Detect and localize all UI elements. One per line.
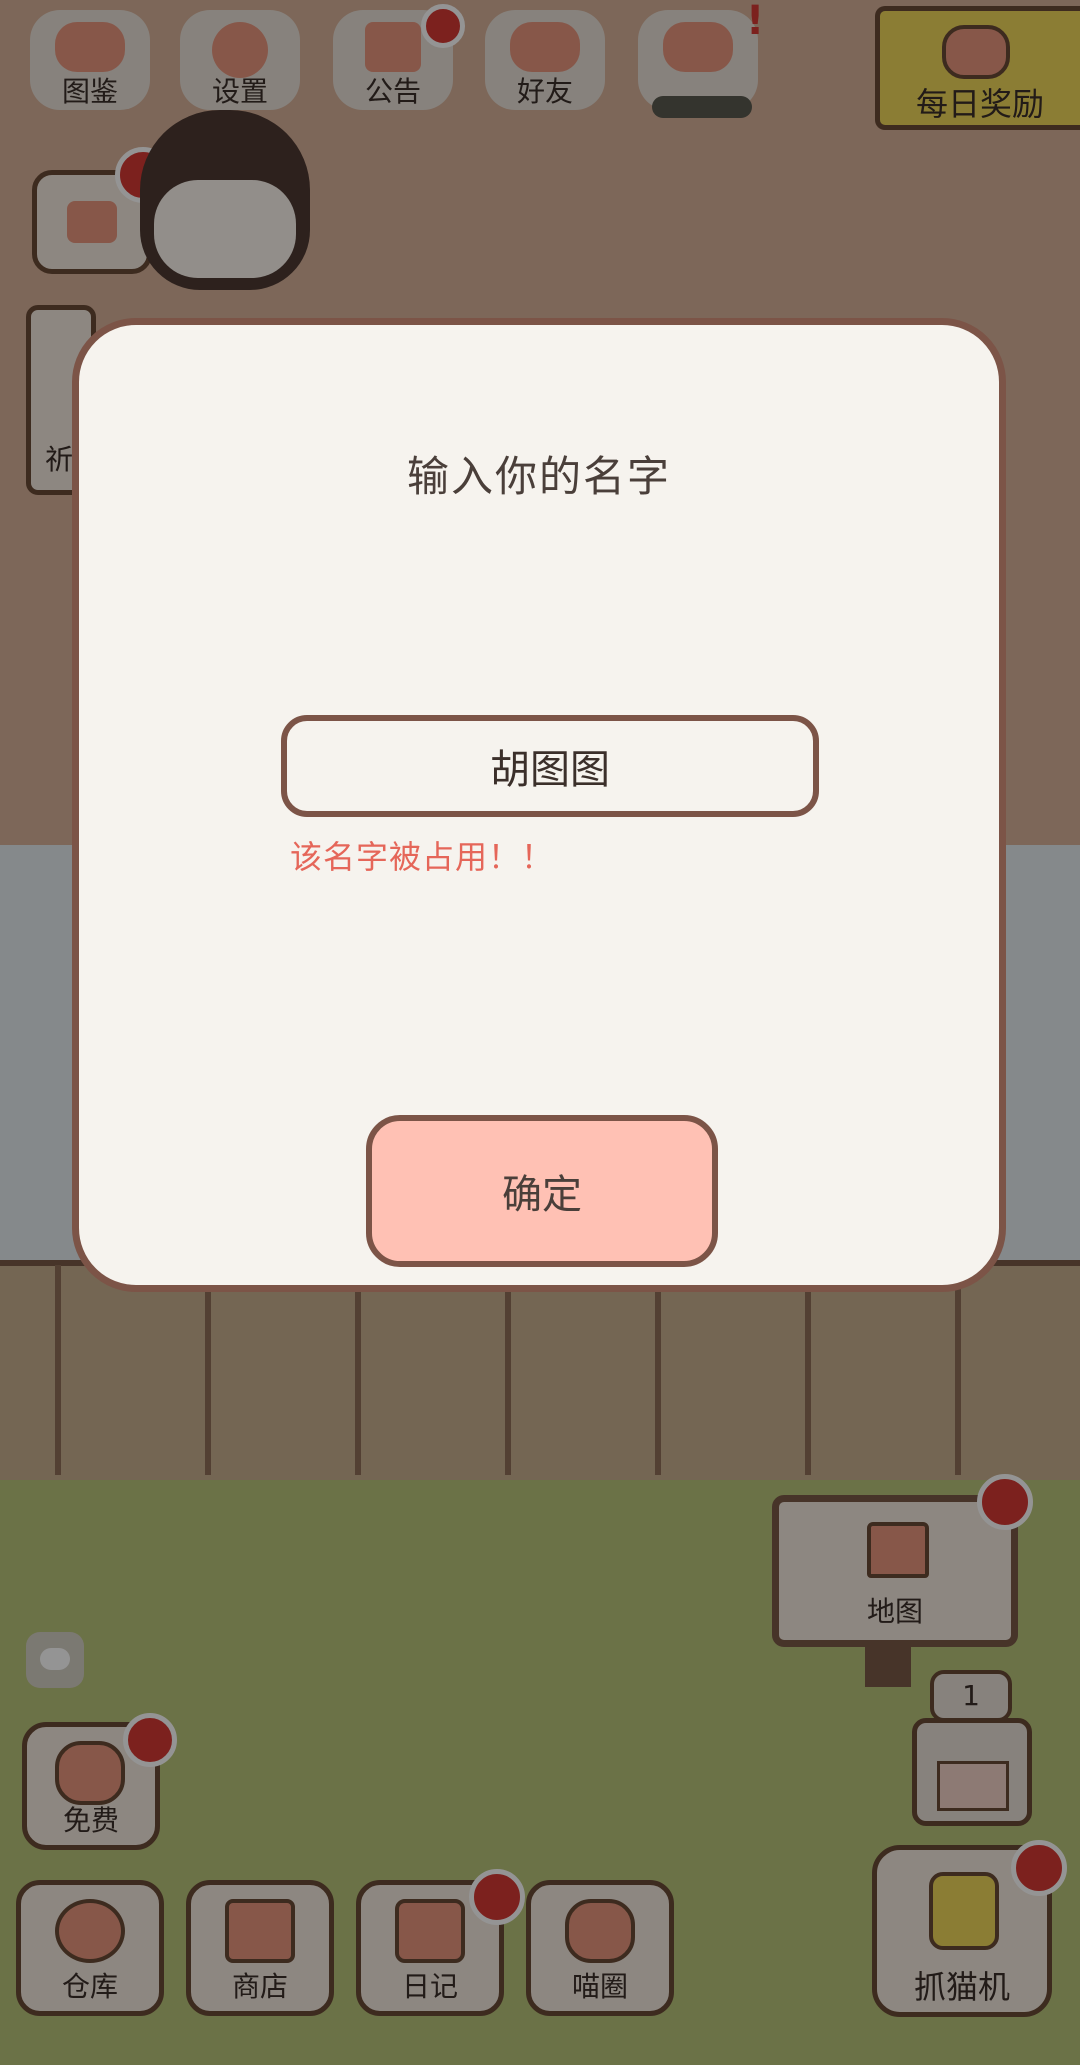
name-input[interactable] xyxy=(281,715,819,817)
confirm-button[interactable]: 确定 xyxy=(366,1115,718,1267)
name-dialog: 输入你的名字 该名字被占用！！ 确定 xyxy=(72,318,1006,1292)
name-error-message: 该名字被占用！！ xyxy=(290,838,555,876)
dialog-title: 输入你的名字 xyxy=(406,452,671,501)
